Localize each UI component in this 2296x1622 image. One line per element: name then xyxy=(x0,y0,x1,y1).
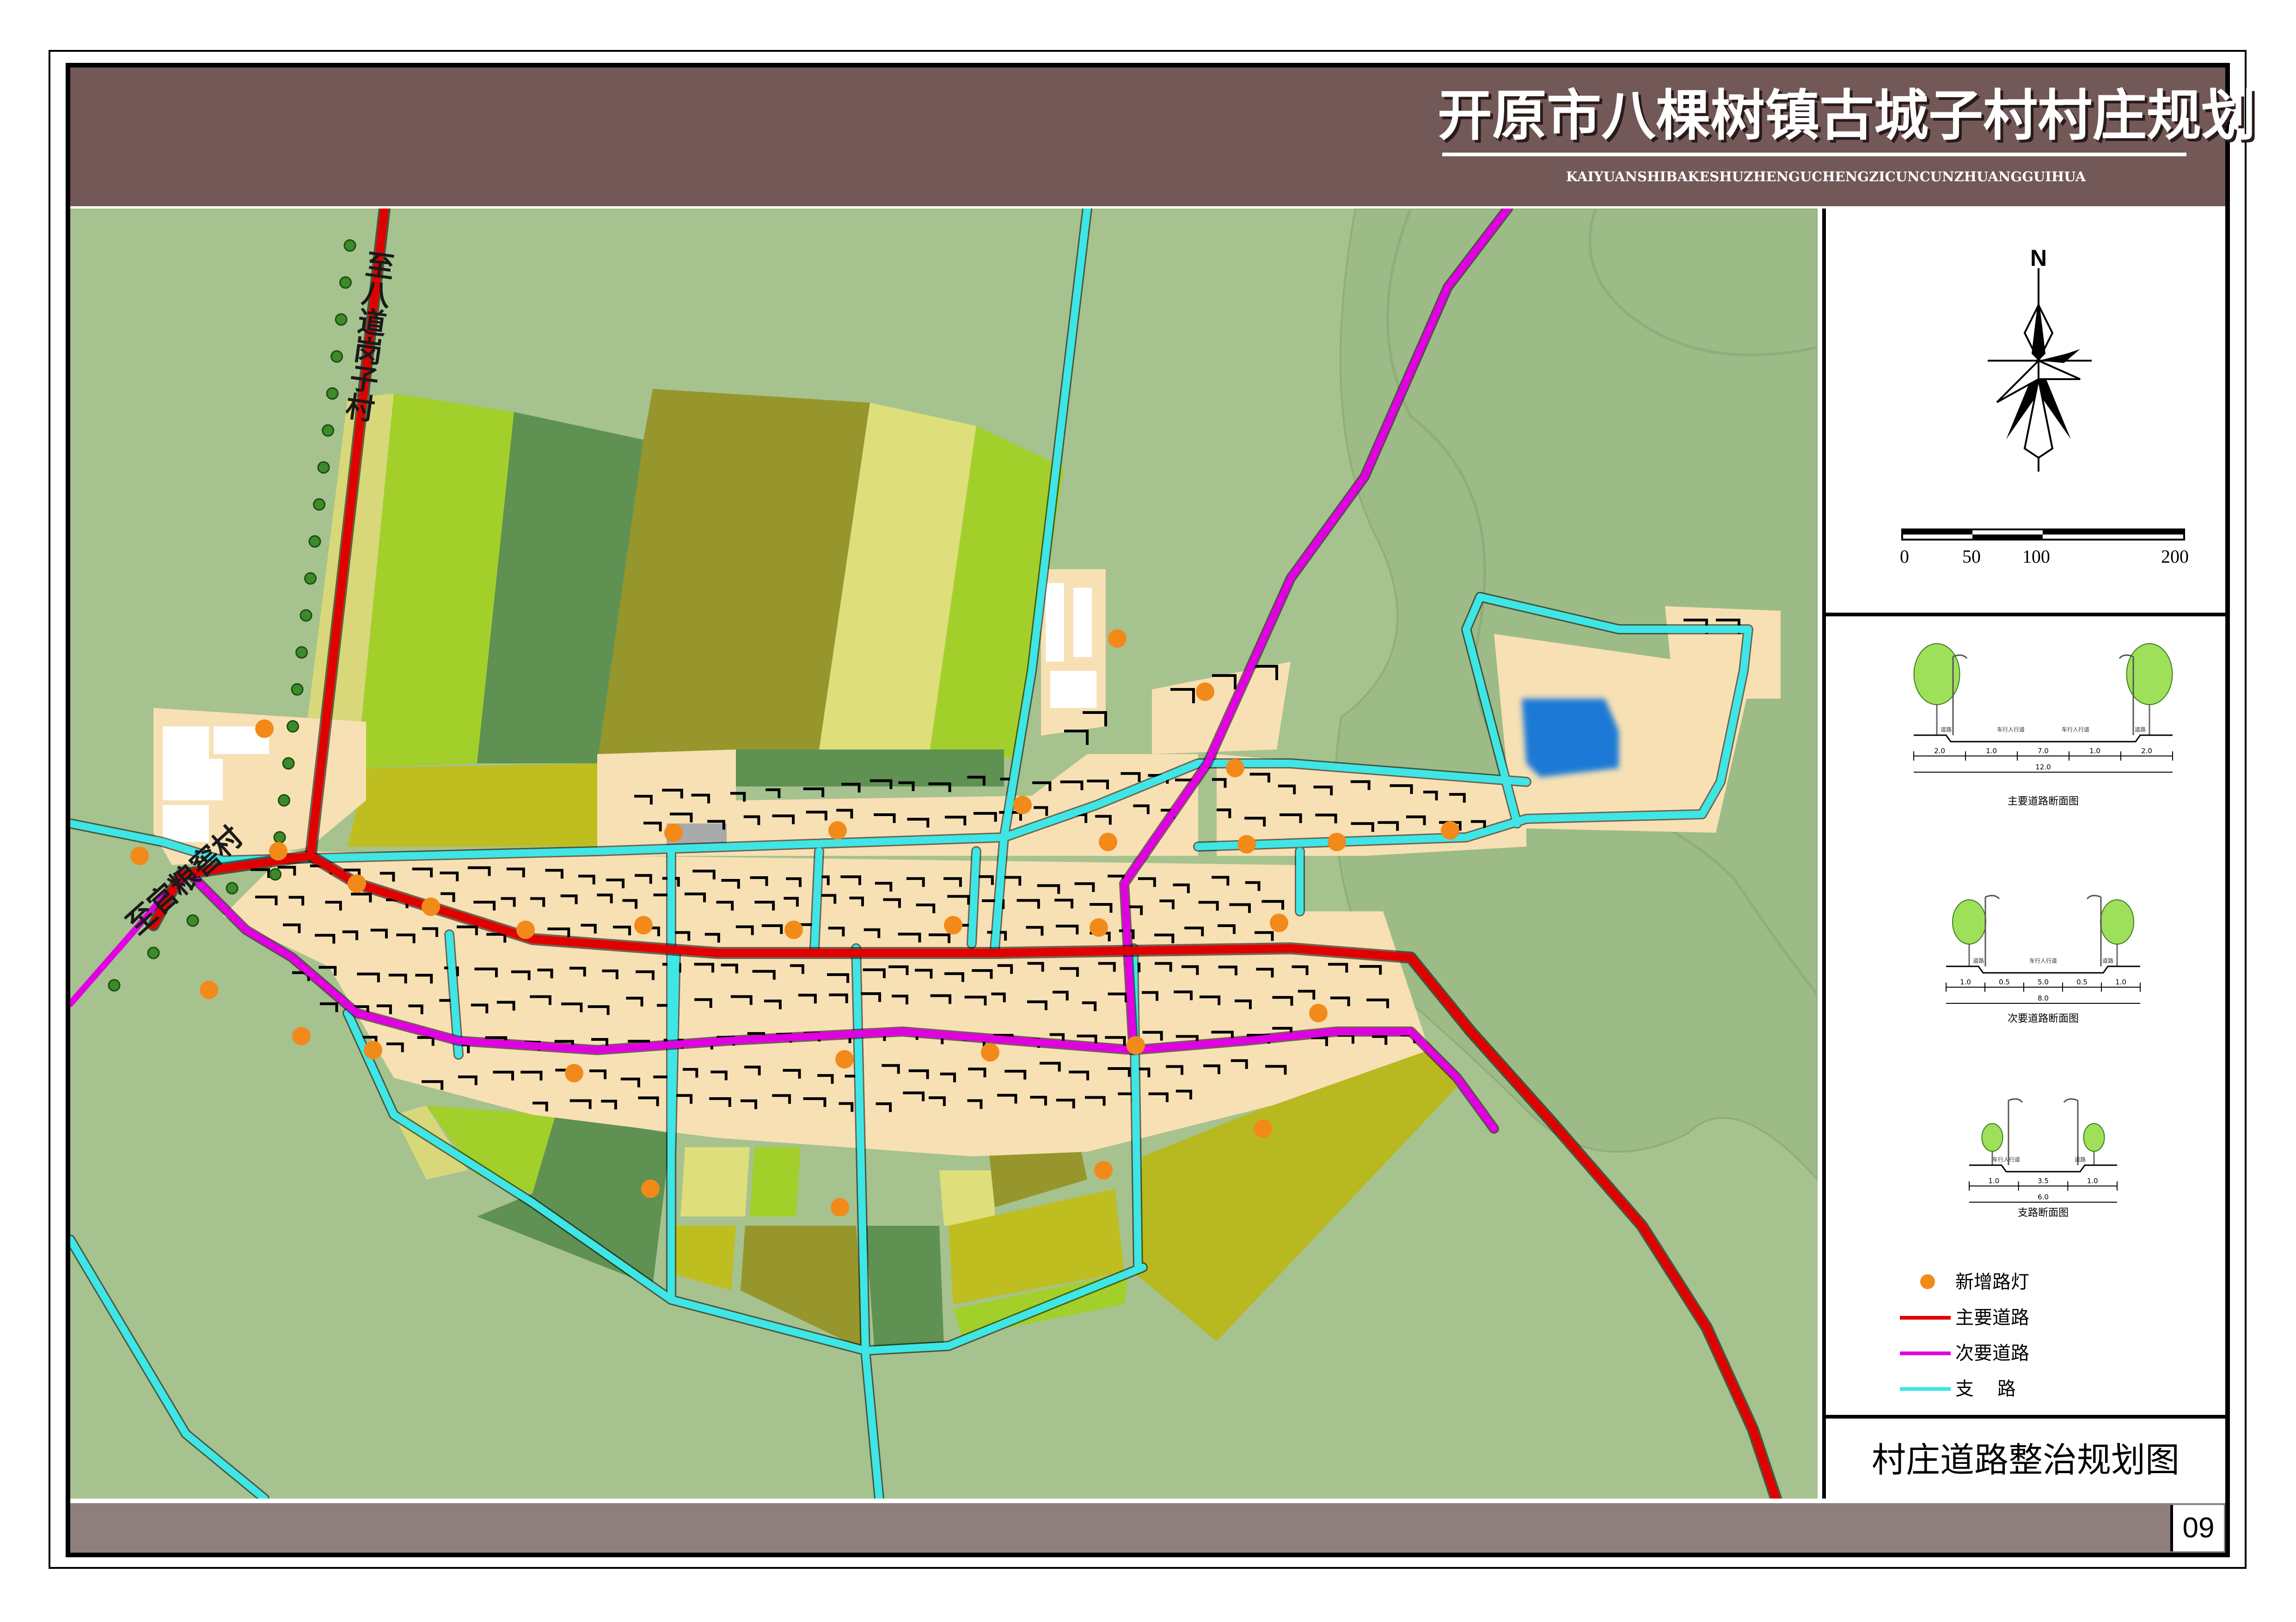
page-number: 09 xyxy=(2170,1505,2224,1551)
svg-text:2.0: 2.0 xyxy=(2141,747,2152,755)
svg-text:1.0: 1.0 xyxy=(2115,978,2126,986)
svg-text:1.0: 1.0 xyxy=(1988,1177,1999,1185)
field xyxy=(865,1226,944,1351)
pond xyxy=(1522,699,1619,777)
section-caption-branch: 支路断面图 xyxy=(2017,1207,2069,1219)
svg-text:3.5: 3.5 xyxy=(2038,1177,2049,1185)
section-caption-main: 主要道路断面图 xyxy=(2007,796,2079,807)
svg-text:道路: 道路 xyxy=(1941,726,1952,733)
title-underline xyxy=(1442,153,2186,156)
village-map xyxy=(70,209,1818,1499)
drawing-name: 村庄道路整治规划图 xyxy=(1872,1440,2180,1480)
side-divider xyxy=(1826,613,2225,616)
branch-road-section-diagram: 车行人行道 道路 1.0 3.5 1.0 6.0 xyxy=(1969,1098,2118,1203)
svg-text:道路: 道路 xyxy=(1973,957,1984,964)
svg-text:1.0: 1.0 xyxy=(1960,978,1971,986)
field xyxy=(750,1147,801,1216)
north-label: N xyxy=(2030,245,2047,271)
scale-label-200: 200 xyxy=(2161,546,2189,567)
legend-secondary-road-label: 次要道路 xyxy=(1955,1343,2029,1364)
svg-text:1.0: 1.0 xyxy=(2087,1177,2098,1185)
legend-lamp-label: 新增路灯 xyxy=(1955,1272,2029,1293)
section-caption-secondary: 次要道路断面图 xyxy=(2007,1013,2079,1025)
legend-lamp-icon xyxy=(1920,1274,1935,1289)
svg-text:1.0: 1.0 xyxy=(2089,747,2100,755)
svg-text:1.0: 1.0 xyxy=(1986,747,1997,755)
svg-text:8.0: 8.0 xyxy=(2038,994,2049,1002)
plan-subtitle-pinyin: KAIYUANSHIBAKESHUZHENGUCHENGZICUNCUNZHUA… xyxy=(1566,169,2086,184)
svg-text:5.0: 5.0 xyxy=(2038,978,2049,986)
svg-text:道路: 道路 xyxy=(2135,726,2146,733)
legend-main-road-label: 主要道路 xyxy=(1955,1307,2029,1328)
svg-text:6.0: 6.0 xyxy=(2038,1193,2049,1201)
north-arrow-icon: N xyxy=(1988,245,2092,472)
footer-bar xyxy=(70,1503,2225,1553)
side-divider xyxy=(1826,1415,2225,1419)
svg-text:7.0: 7.0 xyxy=(2038,747,2049,755)
svg-text:道路: 道路 xyxy=(2102,957,2113,964)
svg-text:12.0: 12.0 xyxy=(2035,763,2051,771)
main-road-section-diagram: 道路 车行人行道 车行人行道 道路 2.0 1.0 7.0 1.0 2.0 12.0 xyxy=(1913,643,2173,773)
legend-symbols xyxy=(1900,1274,1951,1391)
field xyxy=(348,763,597,847)
svg-text:2.0: 2.0 xyxy=(1934,747,1945,755)
svg-text:车行人行道: 车行人行道 xyxy=(2062,726,2089,733)
legend-branch-road-label: 支 路 xyxy=(1955,1378,2016,1400)
scale-label-100: 100 xyxy=(2022,546,2050,567)
scale-bar xyxy=(1901,528,2185,541)
scale-label-0: 0 xyxy=(1900,546,1909,567)
plan-title: 开原市八棵树镇古城子村村庄规划 xyxy=(1438,84,2256,147)
secondary-road-section-diagram: 道路 车行人行道 道路 1.0 0.5 5.0 0.5 1.0 8.0 xyxy=(1946,895,2141,1004)
svg-text:0.5: 0.5 xyxy=(2076,978,2088,986)
svg-text:车行人行道: 车行人行道 xyxy=(2029,957,2057,964)
svg-text:车行人行道: 车行人行道 xyxy=(1997,726,2025,733)
svg-text:0.5: 0.5 xyxy=(1999,978,2010,986)
svg-text:车行人行道: 车行人行道 xyxy=(1992,1156,2020,1163)
scale-label-50: 50 xyxy=(1962,546,1981,567)
field xyxy=(680,1147,750,1216)
svg-text:道路: 道路 xyxy=(2075,1156,2086,1163)
